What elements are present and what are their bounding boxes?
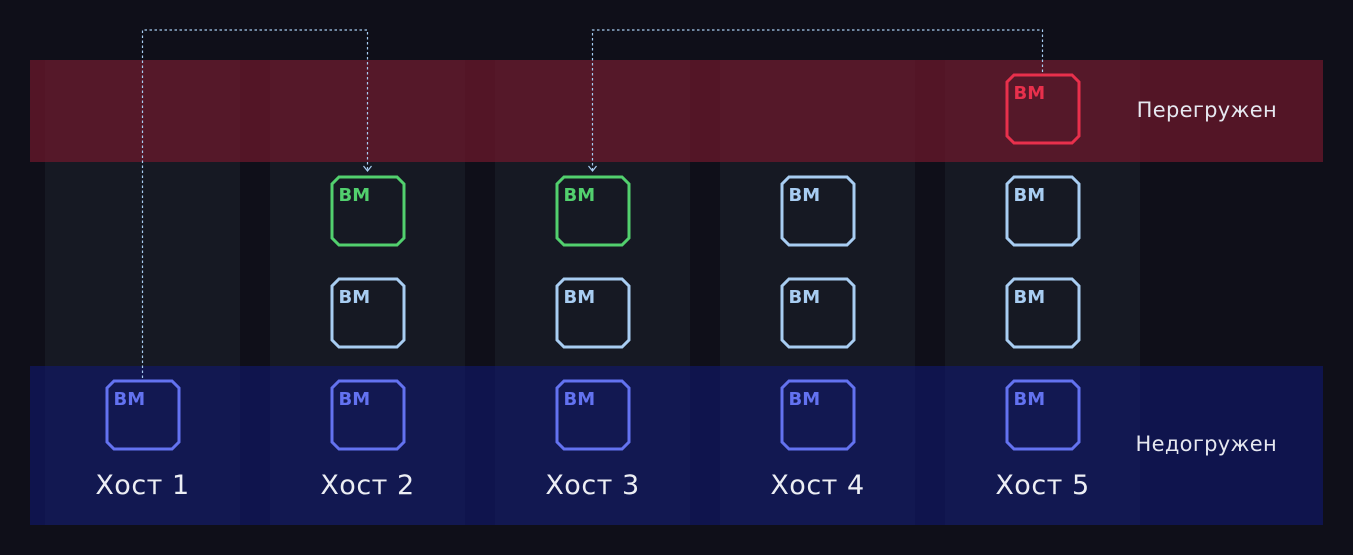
overloaded-label: Перегружен [1136,98,1277,122]
vm-label: ВМ [338,287,371,308]
host-label-5: Хост 5 [995,470,1090,501]
vm-box-host1-1: ВМ [105,379,180,451]
vm-box-host2-1: ВМ [330,379,405,451]
vm-label: ВМ [1013,389,1046,410]
vm-label: ВМ [1013,83,1046,104]
vm-box-host3-2: ВМ [555,277,630,349]
host-label-2: Хост 2 [320,470,415,501]
overloaded-band: Перегружен [30,60,1323,162]
vm-box-host4-1: ВМ [780,379,855,451]
vm-label: ВМ [338,185,371,206]
vm-box-host4-3: ВМ [780,175,855,247]
underloaded-label: Недогружен [1135,432,1277,456]
vm-label: ВМ [113,389,146,410]
host-label-4: Хост 4 [770,470,865,501]
vm-box-host2-3: ВМ [330,175,405,247]
host-label-3: Хост 3 [545,470,640,501]
vm-label: ВМ [788,185,821,206]
vm-box-host4-2: ВМ [780,277,855,349]
vm-label: ВМ [1013,185,1046,206]
vm-label: ВМ [1013,287,1046,308]
vm-box-host5-4: ВМ [1005,73,1080,145]
underloaded-band: Недогружен [30,366,1323,525]
vm-label: ВМ [563,287,596,308]
vm-balancing-diagram: Перегружен Недогружен ВМ ВМ ВМ ВМ ВМ ВМ ВМ ВМ ВМ… [0,0,1353,555]
host-label-1: Хост 1 [95,470,190,501]
vm-label: ВМ [338,389,371,410]
vm-label: ВМ [563,185,596,206]
vm-label: ВМ [788,287,821,308]
vm-box-host3-3: ВМ [555,175,630,247]
vm-box-host3-1: ВМ [555,379,630,451]
vm-box-host5-3: ВМ [1005,175,1080,247]
vm-box-host5-2: ВМ [1005,277,1080,349]
vm-label: ВМ [788,389,821,410]
vm-box-host2-2: ВМ [330,277,405,349]
vm-box-host5-1: ВМ [1005,379,1080,451]
vm-label: ВМ [563,389,596,410]
